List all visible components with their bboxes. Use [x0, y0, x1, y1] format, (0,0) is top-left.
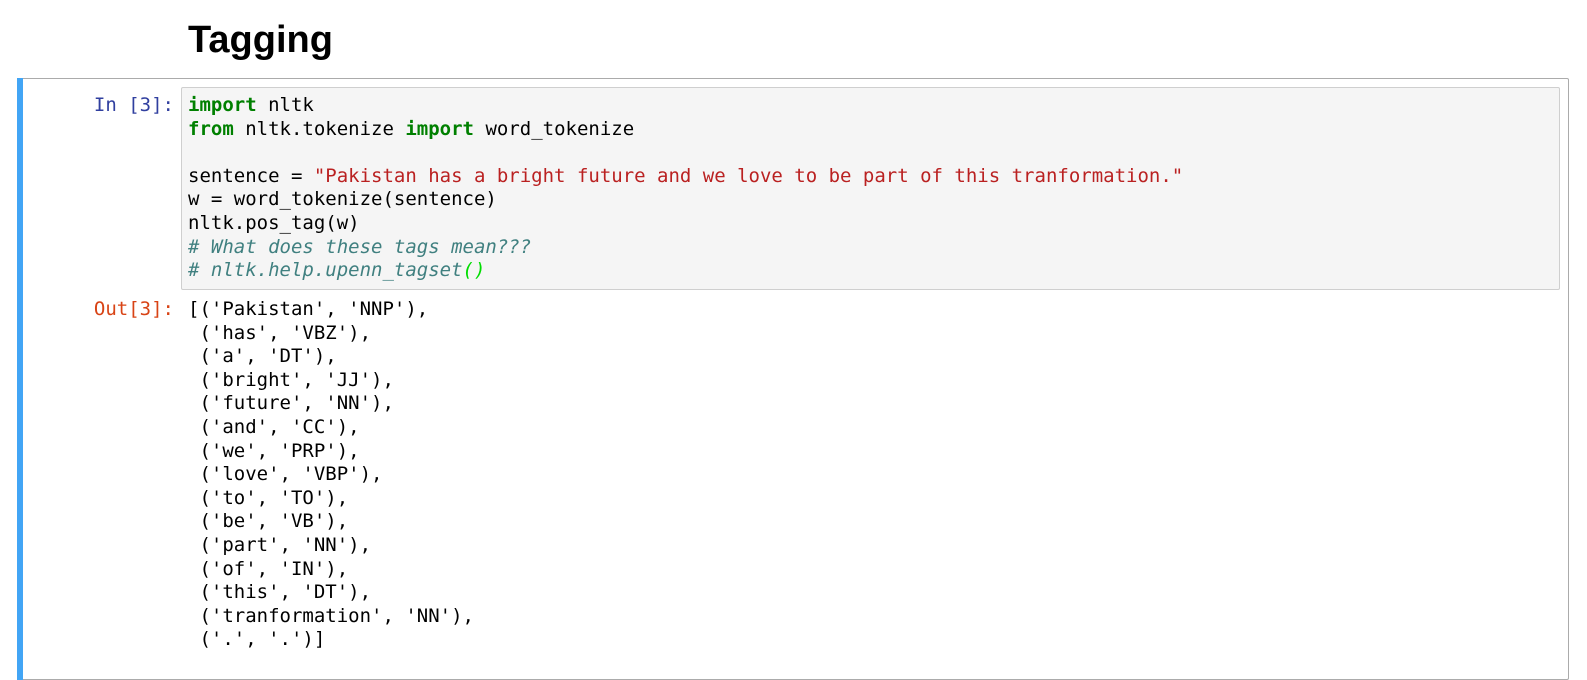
output-line: ('part', 'NN'), [188, 533, 372, 556]
code-text: nltk.tokenize [233, 117, 406, 140]
output-line: ('.', '.')] [188, 628, 326, 651]
blank-code-line [188, 141, 1183, 165]
code-line: # What does these tags mean??? [188, 236, 1183, 260]
code-line: # nltk.help.upenn_tagset() [188, 259, 1183, 283]
code-line: nltk.pos_tag(w) [188, 212, 1183, 236]
string-literal: "Pakistan has a bright future and we lov… [313, 164, 1184, 187]
output-line: ('bright', 'JJ'), [188, 368, 394, 391]
input-prompt: In [3]: [93, 94, 174, 116]
output-prompt: Out[3]: [93, 298, 174, 320]
cell-output: [('Pakistan', 'NNP'), ('has', 'VBZ'), ('… [188, 298, 474, 652]
code-comment: # What does these tags mean??? [188, 235, 532, 258]
output-line: ('be', 'VB'), [188, 510, 349, 533]
output-line: ('and', 'CC'), [188, 415, 360, 438]
keyword: import [188, 94, 257, 116]
code-line: import nltk [188, 94, 1183, 118]
code-text: nltk.pos_tag(w) [188, 211, 360, 234]
output-line: ('tranformation', 'NN'), [188, 604, 474, 627]
output-line: ('this', 'DT'), [188, 581, 372, 604]
output-line: ('love', 'VBP'), [188, 463, 383, 486]
code-comment: # nltk.help.upenn_tagset [188, 259, 463, 282]
code-editor[interactable]: import nltk from nltk.tokenize import wor… [188, 94, 1183, 283]
keyword: import [405, 117, 474, 140]
matched-bracket: () [462, 259, 486, 282]
keyword: from [188, 117, 234, 140]
section-heading: Tagging [188, 19, 333, 61]
output-line: ('we', 'PRP'), [188, 439, 360, 462]
output-line: ('future', 'NN'), [188, 392, 394, 415]
output-line: ('to', 'TO'), [188, 486, 349, 509]
code-text: w = word_tokenize(sentence) [188, 188, 497, 211]
output-line: [('Pakistan', 'NNP'), [188, 298, 429, 320]
code-text: sentence = [188, 164, 314, 187]
output-line: ('a', 'DT'), [188, 345, 337, 368]
code-text: nltk [256, 94, 314, 116]
code-line: sentence = "Pakistan has a bright future… [188, 165, 1183, 189]
selected-cell-indicator [17, 78, 23, 680]
output-line: ('has', 'VBZ'), [188, 321, 372, 344]
code-line: w = word_tokenize(sentence) [188, 188, 1183, 212]
code-line: from nltk.tokenize import word_tokenize [188, 118, 1183, 142]
output-line: ('of', 'IN'), [188, 557, 349, 580]
code-text: word_tokenize [474, 117, 635, 140]
